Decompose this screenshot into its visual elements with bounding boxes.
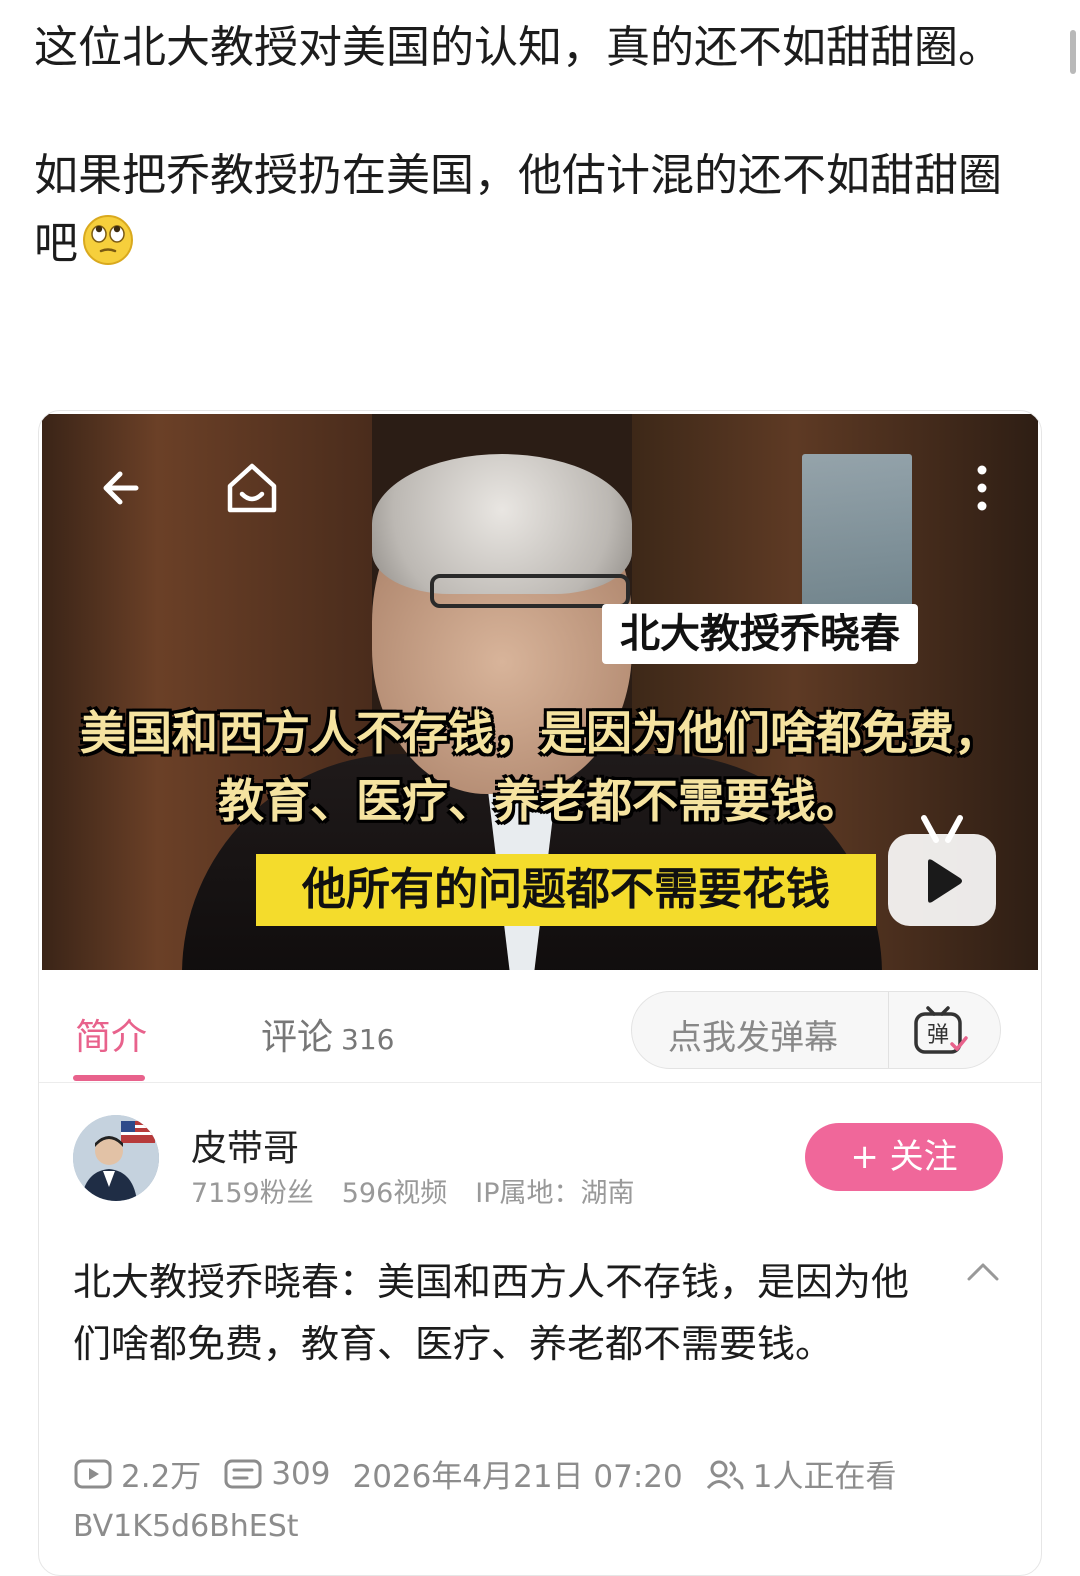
tab-intro[interactable]: 简介 <box>75 1015 147 1061</box>
video-stats: 2.2万 309 2026年4月21日 07:20 1人正在看 <box>73 1451 918 1496</box>
avatar-image <box>73 1115 159 1201</box>
danmaku-placeholder: 点我发弹幕 <box>668 1018 838 1058</box>
bilibili-tv-play-icon[interactable] <box>888 815 996 926</box>
watching-people-icon <box>706 1460 744 1489</box>
play-triangle-icon <box>928 859 962 903</box>
video-person-hair <box>372 454 632 594</box>
video-caption-banner: 他所有的问题都不需要花钱 <box>256 854 876 926</box>
more-vertical-icon[interactable] <box>972 462 992 514</box>
uploader-ip: IP属地：湖南 <box>475 1178 635 1209</box>
video-name-tag: 北大教授乔晓春 <box>602 604 918 664</box>
stat-watching-value: 1人正在看 <box>752 1459 897 1495</box>
uploader-meta: 7159粉丝 596视频 IP属地：湖南 <box>191 1171 663 1210</box>
video-tabs-bar: 简介 评论 316 点我发弹幕 弹 <box>39 971 1041 1083</box>
tab-comments-label: 评论 <box>261 1017 334 1058</box>
stat-date: 2026年4月21日 07:20 <box>352 1451 682 1496</box>
danmaku-input[interactable]: 点我发弹幕 弹 <box>631 991 1001 1069</box>
danmaku-count-icon <box>224 1459 262 1488</box>
chevron-up-icon[interactable] <box>963 1257 1003 1287</box>
home-icon[interactable] <box>222 458 282 518</box>
danmaku-toggle-icon[interactable]: 弹 <box>910 1004 970 1058</box>
follow-button[interactable]: + 关注 <box>805 1123 1003 1191</box>
stat-plays: 2.2万 <box>73 1451 201 1496</box>
uploader-name[interactable]: 皮带哥 <box>191 1119 299 1171</box>
video-player[interactable]: 北大教授乔晓春 美国和西方人不存钱，是因为他们啥都免费， 教育、医疗、养老都不需… <box>42 414 1038 970</box>
tab-comments-count: 316 <box>341 1023 395 1056</box>
video-subtitle-line-1: 美国和西方人不存钱，是因为他们啥都免费， <box>80 706 1000 760</box>
post-paragraph-2-text: 如果把乔教授扔在美国，他估计混的还不如甜甜圈吧 <box>34 150 1002 269</box>
tab-comments[interactable]: 评论 316 <box>261 1015 394 1063</box>
video-description: 北大教授乔晓春：美国和西方人不存钱，是因为他们啥都免费，教育、医疗、养老都不需要… <box>73 1260 910 1366</box>
stat-danmaku-value: 309 <box>271 1455 331 1492</box>
page-scrollbar[interactable] <box>1070 30 1076 74</box>
stat-plays-value: 2.2万 <box>121 1459 202 1495</box>
stat-watching: 1人正在看 <box>705 1451 897 1496</box>
tab-intro-active-indicator <box>73 1075 145 1081</box>
danmaku-divider <box>888 992 889 1068</box>
post-body: 这位北大教授对美国的认知，真的还不如甜甜圈。 如果把乔教授扔在美国，他估计混的还… <box>34 14 1034 278</box>
stat-date-value: 2026年4月21日 07:20 <box>352 1459 683 1495</box>
stat-danmaku: 309 <box>223 1456 330 1492</box>
video-bvid: BV1K5d6BhESt <box>73 1509 299 1544</box>
uploader-videos: 596视频 <box>341 1178 448 1209</box>
danmaku-icon-text: 弹 <box>927 1023 949 1048</box>
uploader-fans: 7159粉丝 <box>191 1178 314 1209</box>
video-subtitle-line-2: 教育、医疗、养老都不需要钱。 <box>218 774 862 828</box>
back-arrow-icon[interactable] <box>96 462 148 514</box>
tv-antenna-icon <box>921 815 963 843</box>
post-paragraph-2: 如果把乔教授扔在美国，他估计混的还不如甜甜圈吧 <box>34 142 1034 278</box>
uploader-avatar[interactable] <box>73 1115 159 1201</box>
post-paragraph-1: 这位北大教授对美国的认知，真的还不如甜甜圈。 <box>34 22 1002 73</box>
video-share-card[interactable]: 北大教授乔晓春 美国和西方人不存钱，是因为他们啥都免费， 教育、医疗、养老都不需… <box>38 410 1042 1576</box>
play-count-icon <box>74 1459 112 1488</box>
video-person-glasses <box>430 574 630 608</box>
eye-roll-emoji-icon <box>83 215 133 265</box>
